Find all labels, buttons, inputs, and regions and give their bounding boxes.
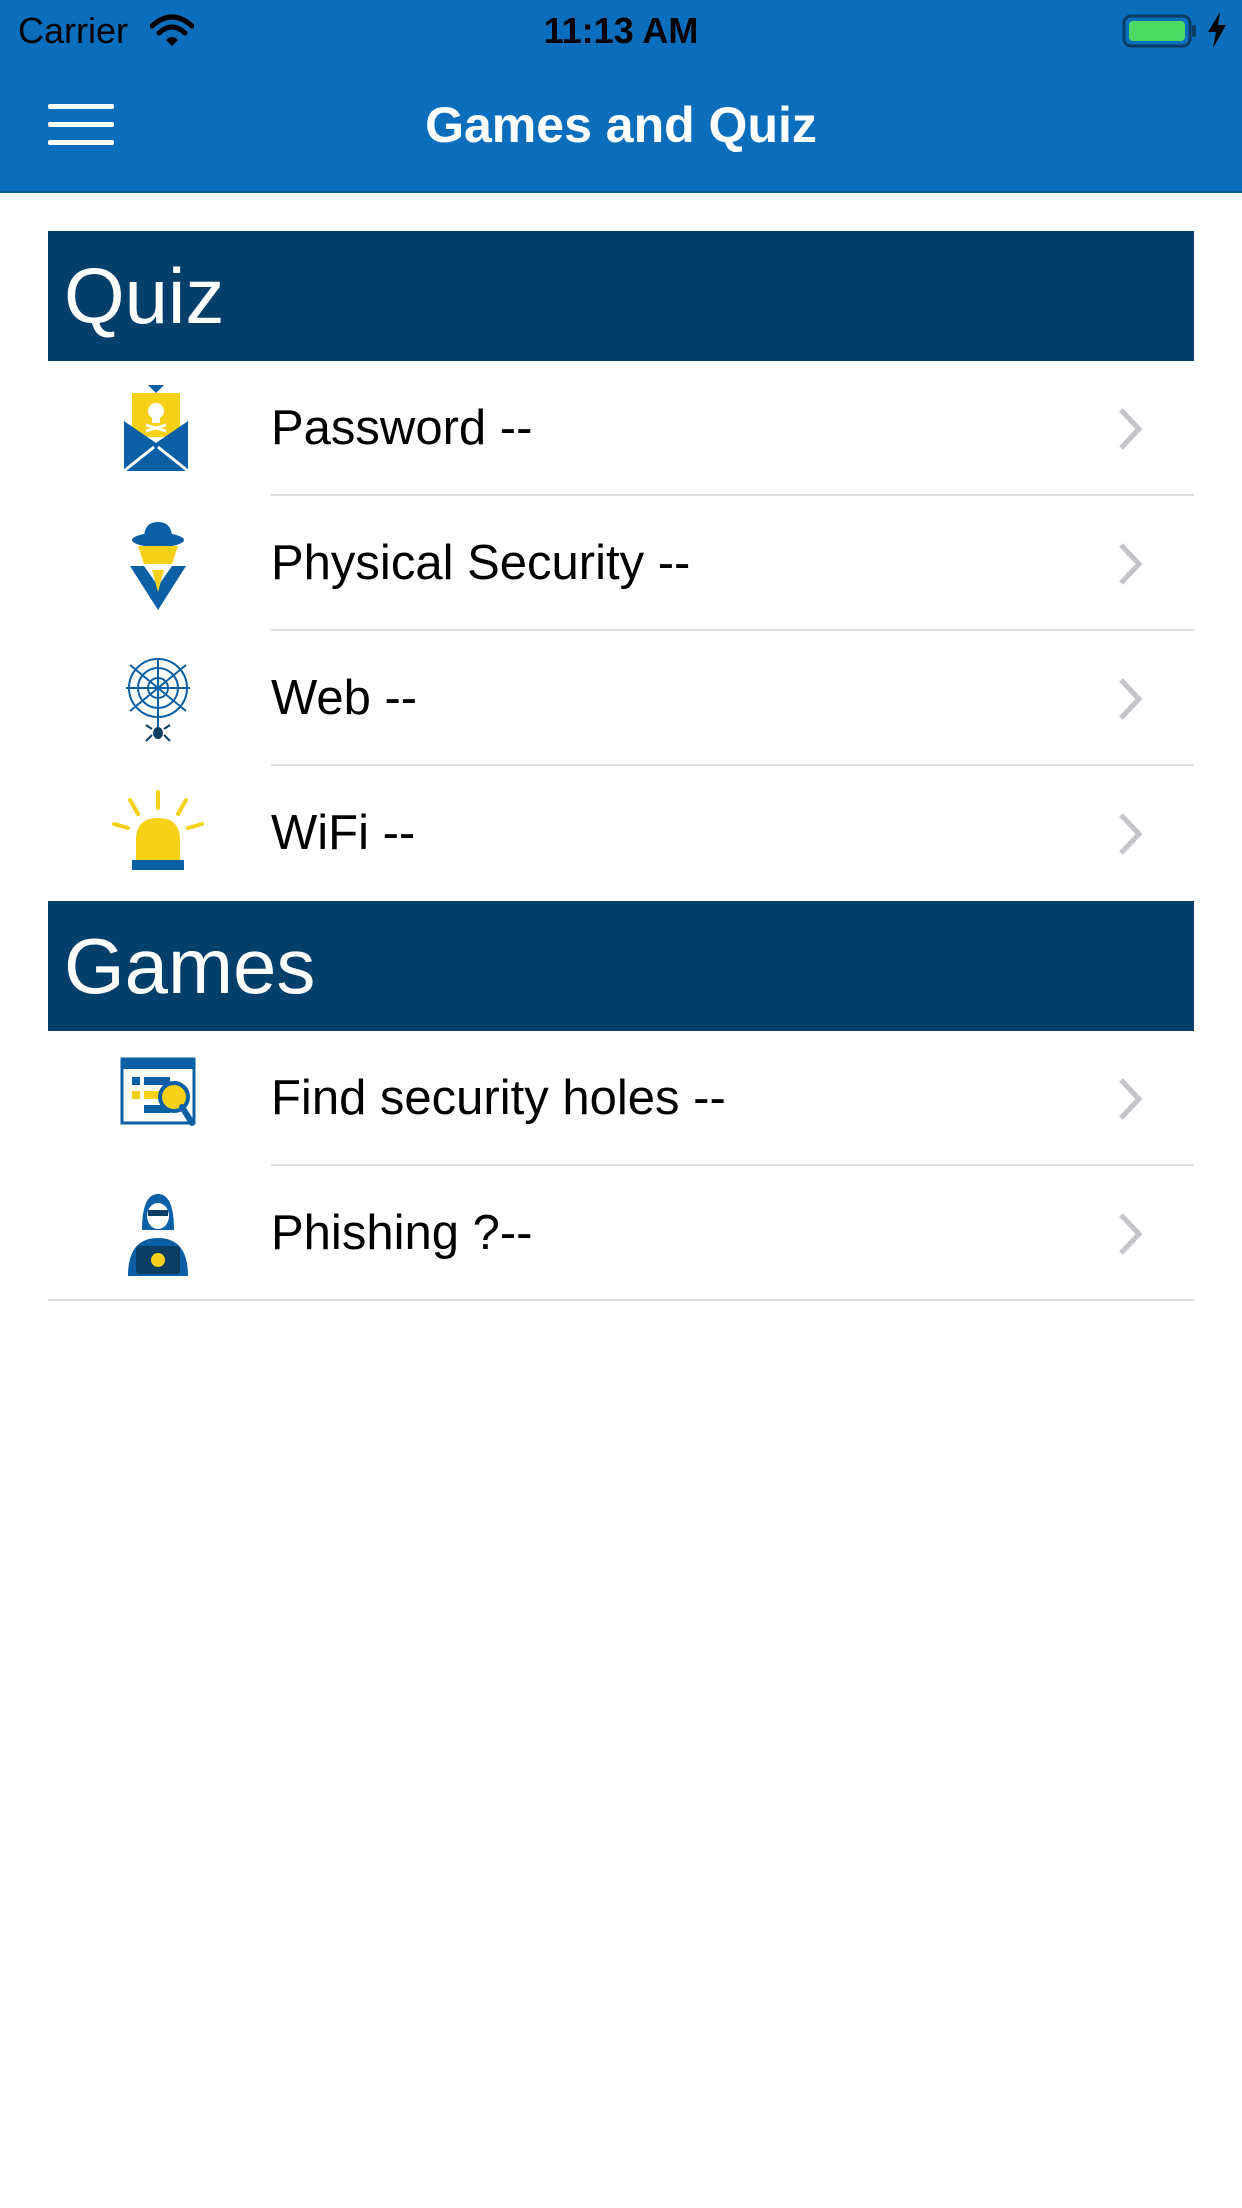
item-label: WiFi --: [271, 806, 416, 860]
section-header-games: Games: [48, 901, 1194, 1031]
item-label: Find security holes --: [271, 1071, 726, 1125]
status-bar: Carrier 11:13 AM: [0, 0, 1242, 62]
list-item-web[interactable]: Web --: [48, 631, 1194, 766]
list-item-physical-security[interactable]: Physical Security --: [48, 496, 1194, 631]
battery-icon: [1122, 14, 1198, 53]
browser-magnifier-icon: [108, 1055, 208, 1145]
envelope-skull-icon: [108, 385, 208, 475]
item-label: Password --: [271, 401, 533, 455]
list-item-find-security-holes[interactable]: Find security holes --: [48, 1031, 1194, 1166]
chevron-right-icon: [1118, 1212, 1143, 1261]
chevron-right-icon: [1118, 812, 1143, 861]
section-header-quiz: Quiz: [48, 231, 1194, 361]
item-label: Physical Security --: [271, 536, 691, 590]
chevron-right-icon: [1118, 677, 1143, 726]
charging-icon: [1206, 12, 1228, 53]
alarm-light-icon: [108, 790, 208, 880]
spider-web-icon: [108, 655, 208, 745]
row-divider: [48, 1299, 1194, 1301]
chevron-right-icon: [1118, 1077, 1143, 1126]
item-label: Phishing ?--: [271, 1206, 533, 1260]
top-bar: Carrier 11:13 AM Games and Quiz: [0, 0, 1242, 193]
list-item-wifi[interactable]: WiFi --: [48, 766, 1194, 901]
chevron-right-icon: [1118, 542, 1143, 591]
status-time: 11:13 AM: [543, 10, 699, 51]
spy-icon: [108, 520, 208, 610]
list-item-password[interactable]: Password --: [48, 361, 1194, 496]
page-title: Games and Quiz: [425, 97, 817, 153]
item-label: Web --: [271, 671, 418, 725]
navigation-bar: Games and Quiz: [0, 62, 1242, 190]
chevron-right-icon: [1118, 407, 1143, 456]
hacker-laptop-icon: [108, 1190, 208, 1280]
games-quiz-list: Quiz Password -- Physical Security -- We…: [48, 231, 1194, 1301]
list-item-phishing[interactable]: Phishing ?--: [48, 1166, 1194, 1301]
